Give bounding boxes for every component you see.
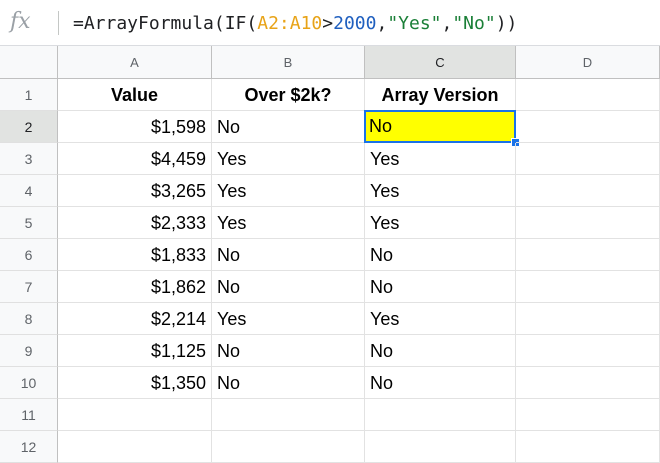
row-header-2[interactable]: 2: [0, 111, 58, 143]
formula-bar: fx =ArrayFormula(IF(A2:A10>2000,"Yes","N…: [0, 0, 660, 46]
cell-a6[interactable]: $1,833: [58, 239, 212, 271]
cell-d5[interactable]: [516, 207, 660, 239]
cell-d9[interactable]: [516, 335, 660, 367]
formula-token: "Yes": [387, 13, 442, 34]
formula-input[interactable]: =ArrayFormula(IF(A2:A10>2000,"Yes","No")…: [73, 11, 517, 37]
row-header-9[interactable]: 9: [0, 335, 58, 367]
row-header-5[interactable]: 5: [0, 207, 58, 239]
formula-separator: [58, 11, 59, 35]
row-header-10[interactable]: 10: [0, 367, 58, 399]
cell-b4[interactable]: Yes: [212, 175, 365, 207]
cell-b3[interactable]: Yes: [212, 143, 365, 175]
cell-a4[interactable]: $3,265: [58, 175, 212, 207]
cell-c12[interactable]: [365, 431, 516, 463]
cell-d1[interactable]: [516, 79, 660, 111]
column-header-c[interactable]: C: [365, 46, 516, 79]
row-header-3[interactable]: 3: [0, 143, 58, 175]
row-header-6[interactable]: 6: [0, 239, 58, 271]
cell-d2[interactable]: [516, 111, 660, 143]
cell-b9[interactable]: No: [212, 335, 365, 367]
cell-a7[interactable]: $1,862: [58, 271, 212, 303]
formula-token: >: [322, 13, 334, 34]
formula-token: "No": [452, 13, 496, 34]
cell-b2[interactable]: No: [212, 111, 365, 143]
select-all-corner[interactable]: [0, 46, 58, 79]
cell-b1[interactable]: Over $2k?: [212, 79, 365, 111]
row-header-1[interactable]: 1: [0, 79, 58, 111]
cell-b6[interactable]: No: [212, 239, 365, 271]
column-header-d[interactable]: D: [516, 46, 660, 79]
formula-token: ,: [376, 13, 388, 34]
cell-b7[interactable]: No: [212, 271, 365, 303]
cell-a5[interactable]: $2,333: [58, 207, 212, 239]
cell-d4[interactable]: [516, 175, 660, 207]
cell-a10[interactable]: $1,350: [58, 367, 212, 399]
cell-b5[interactable]: Yes: [212, 207, 365, 239]
cell-c8[interactable]: Yes: [365, 303, 516, 335]
cell-d11[interactable]: [516, 399, 660, 431]
cell-a9[interactable]: $1,125: [58, 335, 212, 367]
cell-c11[interactable]: [365, 399, 516, 431]
cell-c7[interactable]: No: [365, 271, 516, 303]
fx-icon: fx: [10, 9, 31, 34]
formula-token: ,: [441, 13, 453, 34]
column-header-a[interactable]: A: [58, 46, 212, 79]
cell-c6[interactable]: No: [365, 239, 516, 271]
cell-d7[interactable]: [516, 271, 660, 303]
row-header-11[interactable]: 11: [0, 399, 58, 431]
cell-c2[interactable]: No: [364, 110, 516, 143]
cell-a2[interactable]: $1,598: [58, 111, 212, 143]
cell-b12[interactable]: [212, 431, 365, 463]
cell-d8[interactable]: [516, 303, 660, 335]
formula-token: )): [495, 13, 518, 34]
formula-token: =ArrayFormula(IF(: [73, 13, 258, 34]
cell-d3[interactable]: [516, 143, 660, 175]
cell-a8[interactable]: $2,214: [58, 303, 212, 335]
cell-d6[interactable]: [516, 239, 660, 271]
cell-c10[interactable]: No: [365, 367, 516, 399]
row-header-8[interactable]: 8: [0, 303, 58, 335]
cell-c4[interactable]: Yes: [365, 175, 516, 207]
cell-b8[interactable]: Yes: [212, 303, 365, 335]
cell-d10[interactable]: [516, 367, 660, 399]
cell-b11[interactable]: [212, 399, 365, 431]
row-header-7[interactable]: 7: [0, 271, 58, 303]
cell-c5[interactable]: Yes: [365, 207, 516, 239]
cell-c9[interactable]: No: [365, 335, 516, 367]
formula-token: A2:A10: [257, 13, 323, 34]
cell-d12[interactable]: [516, 431, 660, 463]
cell-a11[interactable]: [58, 399, 212, 431]
row-header-4[interactable]: 4: [0, 175, 58, 207]
cell-c3[interactable]: Yes: [365, 143, 516, 175]
cell-a12[interactable]: [58, 431, 212, 463]
row-header-12[interactable]: 12: [0, 431, 58, 463]
cell-c1[interactable]: Array Version: [365, 79, 516, 111]
cell-a3[interactable]: $4,459: [58, 143, 212, 175]
cell-a1[interactable]: Value: [58, 79, 212, 111]
spreadsheet-grid: A B C D 1 Value Over $2k? Array Version 2 $1,598 N…: [0, 46, 660, 463]
formula-token: 2000: [333, 13, 377, 34]
column-header-b[interactable]: B: [212, 46, 365, 79]
cell-b10[interactable]: No: [212, 367, 365, 399]
